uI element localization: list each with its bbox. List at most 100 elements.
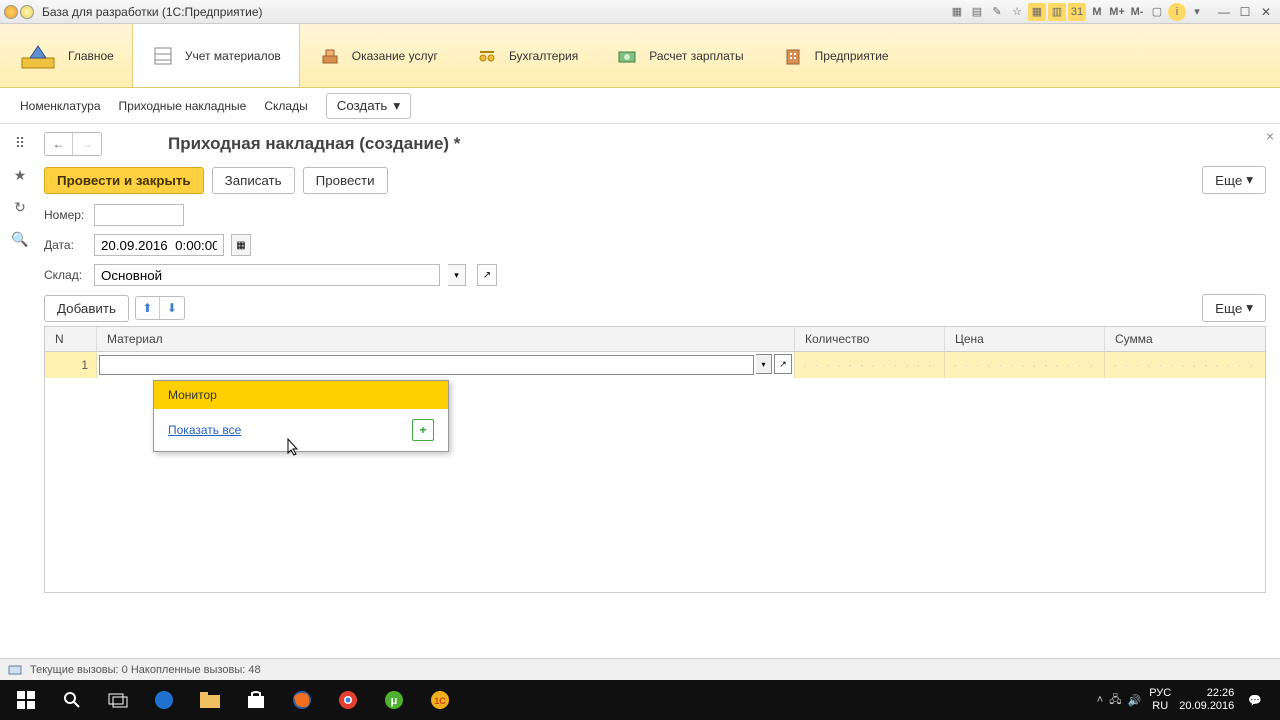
taskbar-clock[interactable]: 22:26 20.09.2016	[1179, 687, 1234, 713]
tool-icon-7[interactable]: 31	[1068, 3, 1086, 21]
grid-icon[interactable]: ⠿	[11, 134, 29, 152]
payroll-icon	[615, 44, 639, 68]
chrome-icon[interactable]	[326, 680, 370, 720]
tool-icon-5[interactable]: ▦	[1028, 3, 1046, 21]
windows-taskbar: μ 1C ˄ 🖧 🔊 РУС RU 22:26 20.09.2016 💬	[0, 680, 1280, 720]
search-icon[interactable]: 🔍	[11, 230, 29, 248]
main-tab-bar: Главное Учет материалов Оказание услуг Б…	[0, 24, 1280, 88]
cell-sum[interactable]: · · · · · · · · · · · · · · · · · · · · …	[1105, 352, 1265, 378]
subnav-warehouses[interactable]: Склады	[264, 99, 307, 113]
app-icon-orange[interactable]	[4, 5, 18, 19]
titlebar-tools: ▦ ▤ ✎ ☆ ▦ ▥ 31 M M+ M- ▢ i ▾ — ☐ ✕	[948, 3, 1276, 21]
tab-main[interactable]: Главное	[0, 24, 133, 87]
start-button[interactable]	[4, 680, 48, 720]
save-button[interactable]: Записать	[212, 167, 295, 194]
material-dropdown-icon[interactable]: ▾	[756, 354, 772, 374]
lang-1: РУС	[1149, 687, 1171, 700]
maximize-button[interactable]: ☐	[1235, 4, 1255, 20]
forward-button[interactable]: →	[73, 133, 101, 155]
home-icon	[18, 36, 58, 76]
subnav-receipts[interactable]: Приходные накладные	[119, 99, 247, 113]
tray-chevron-icon[interactable]: ˄	[1097, 694, 1103, 706]
material-input[interactable]	[99, 355, 754, 375]
cell-price[interactable]: · · · · · · · · · · · · · · · · · · · · …	[945, 352, 1105, 378]
panel-close-icon[interactable]: ×	[1266, 128, 1274, 144]
add-row-button[interactable]: Добавить	[44, 295, 129, 322]
col-price[interactable]: Цена	[945, 327, 1105, 351]
app-menu-icons[interactable]	[4, 5, 34, 19]
move-up-icon[interactable]: ⬆	[136, 297, 160, 319]
table-row[interactable]: 1 ▾ ↗ Монитор Показать все +	[45, 352, 1265, 378]
app-icon-yellow[interactable]	[20, 5, 34, 19]
material-open-icon[interactable]: ↗	[774, 354, 792, 374]
tab-company-label: Предприятие	[815, 49, 889, 63]
utorrent-icon[interactable]: μ	[372, 680, 416, 720]
m-plus-icon[interactable]: M+	[1108, 3, 1126, 21]
col-material[interactable]: Материал	[97, 327, 795, 351]
dropdown-item-monitor[interactable]: Монитор	[154, 381, 448, 409]
table-more-button[interactable]: Еще ▾	[1202, 294, 1266, 322]
close-button[interactable]: ✕	[1256, 4, 1276, 20]
explorer-icon[interactable]	[188, 680, 232, 720]
language-indicator[interactable]: РУС RU	[1149, 687, 1171, 713]
move-down-icon[interactable]: ⬇	[160, 297, 184, 319]
main-panel: × ← → Приходная накладная (создание) * П…	[40, 124, 1280, 658]
tab-accounting[interactable]: Бухгалтерия	[457, 24, 597, 87]
m-icon[interactable]: M	[1088, 3, 1106, 21]
search-taskbar-icon[interactable]	[50, 680, 94, 720]
show-all-link[interactable]: Показать все	[168, 423, 241, 437]
post-button[interactable]: Провести	[303, 167, 388, 194]
sklad-dropdown-icon[interactable]: ▾	[448, 264, 466, 286]
sub-navigation: Номенклатура Приходные накладные Склады …	[0, 88, 1280, 124]
tray-volume-icon[interactable]: 🔊	[1128, 694, 1142, 707]
notifications-icon[interactable]: 💬	[1242, 694, 1268, 707]
tool-icon-4[interactable]: ☆	[1008, 3, 1026, 21]
tool-icon-1[interactable]: ▦	[948, 3, 966, 21]
sklad-open-icon[interactable]: ↗	[477, 264, 497, 286]
tool-icon-2[interactable]: ▤	[968, 3, 986, 21]
post-and-close-button[interactable]: Провести и закрыть	[44, 167, 204, 194]
col-qty[interactable]: Количество	[795, 327, 945, 351]
svg-text:μ: μ	[391, 695, 398, 707]
subnav-nomenclature[interactable]: Номенклатура	[20, 99, 101, 113]
create-label: Создать	[337, 98, 388, 113]
col-sum[interactable]: Сумма	[1105, 327, 1265, 351]
tray-network-icon[interactable]: 🖧	[1109, 691, 1121, 710]
store-icon[interactable]	[234, 680, 278, 720]
nav-arrows: ← →	[44, 132, 102, 156]
number-input[interactable]	[94, 204, 184, 226]
firefox-icon[interactable]	[280, 680, 324, 720]
cell-qty[interactable]: · · · · · · · · · · · · · · · · · · · · …	[795, 352, 945, 378]
taskview-icon[interactable]	[96, 680, 140, 720]
date-input[interactable]	[94, 234, 224, 256]
history-icon[interactable]: ↻	[11, 198, 29, 216]
system-tray[interactable]: ˄ 🖧 🔊	[1097, 691, 1141, 710]
m-minus-icon[interactable]: M-	[1128, 3, 1146, 21]
tool-icon-3[interactable]: ✎	[988, 3, 1006, 21]
calendar-icon[interactable]: ▦	[231, 234, 251, 256]
more-button[interactable]: Еще ▾	[1202, 166, 1266, 194]
create-button[interactable]: Создать ▾	[326, 93, 411, 119]
tab-services[interactable]: Оказание услуг	[300, 24, 457, 87]
date-label: Дата:	[44, 238, 86, 252]
star-icon[interactable]: ★	[11, 166, 29, 184]
status-bar: Текущие вызовы: 0 Накопленные вызовы: 48	[0, 658, 1280, 680]
sklad-input[interactable]	[94, 264, 440, 286]
info-icon[interactable]: i	[1168, 3, 1186, 21]
tab-payroll[interactable]: Расчет зарплаты	[597, 24, 762, 87]
tab-services-label: Оказание услуг	[352, 49, 438, 63]
col-n[interactable]: N	[45, 327, 97, 351]
tab-materials-label: Учет материалов	[185, 49, 281, 63]
add-new-icon[interactable]: +	[412, 419, 434, 441]
1c-icon[interactable]: 1C	[418, 680, 462, 720]
tab-materials[interactable]: Учет материалов	[133, 24, 300, 87]
tool-icon-6[interactable]: ▥	[1048, 3, 1066, 21]
chevron-down-icon: ▾	[1246, 172, 1253, 188]
edge-icon[interactable]	[142, 680, 186, 720]
cell-material[interactable]: ▾ ↗ Монитор Показать все +	[97, 352, 795, 378]
dropdown-icon[interactable]: ▾	[1188, 3, 1206, 21]
tab-company[interactable]: Предприятие	[763, 24, 908, 87]
window-icon[interactable]: ▢	[1148, 3, 1166, 21]
back-button[interactable]: ←	[45, 133, 73, 155]
minimize-button[interactable]: —	[1214, 4, 1234, 20]
